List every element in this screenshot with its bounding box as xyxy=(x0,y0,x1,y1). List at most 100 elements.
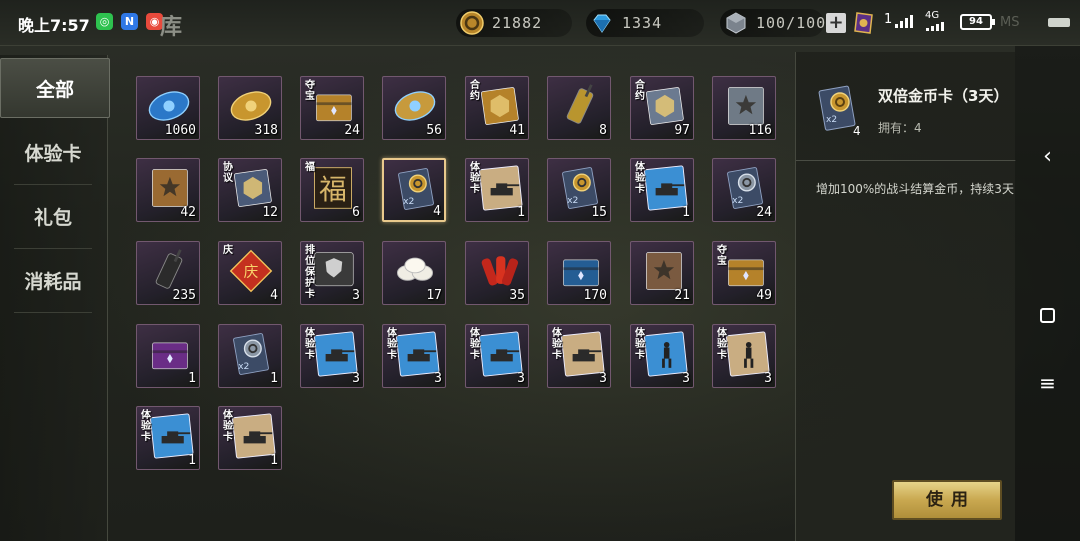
inventory-slot[interactable]: 体验卡 3 xyxy=(382,324,446,388)
svg-text:庆: 庆 xyxy=(244,264,259,281)
inventory-slot[interactable]: x2 15 xyxy=(547,158,611,222)
item-tag: 体验卡 xyxy=(635,162,645,195)
inventory-slot[interactable]: 排位保护卡 3 xyxy=(300,241,364,305)
item-quantity: 1 xyxy=(188,453,196,468)
category-consumables[interactable]: 消耗品 xyxy=(14,249,92,313)
inventory-slot[interactable]: 体验卡 3 xyxy=(630,324,694,388)
top-bar: 晚上7:57 ◎ N ◉ 库 21882 1334 100/100 + 1 4G xyxy=(0,0,1080,46)
inventory-slot[interactable]: 合约 41 xyxy=(465,76,529,140)
back-icon[interactable]: ‹ xyxy=(1015,144,1080,169)
item-tag: 夺宝 xyxy=(305,80,315,102)
diamond-amount: 1334 xyxy=(622,14,663,32)
item-quantity: 17 xyxy=(426,288,442,303)
network-bars-icon xyxy=(926,22,944,31)
item-tag: 体验卡 xyxy=(223,410,233,443)
item-tag: 夺宝 xyxy=(717,245,727,267)
item-quantity: 235 xyxy=(172,288,196,303)
inventory-slot[interactable]: 235 xyxy=(136,241,200,305)
inventory-slot[interactable]: 17 xyxy=(382,241,446,305)
inventory-slot[interactable]: 体验卡 3 xyxy=(547,324,611,388)
signal-strength: 1 xyxy=(884,12,893,27)
item-quantity: 1 xyxy=(270,453,278,468)
item-quantity: 49 xyxy=(756,288,772,303)
item-quantity: 24 xyxy=(756,205,772,220)
svg-text:x2: x2 xyxy=(567,195,578,206)
item-quantity: 1 xyxy=(188,371,196,386)
item-quantity: 1 xyxy=(682,205,690,220)
item-quantity: 3 xyxy=(764,371,772,386)
inventory-slot[interactable]: 116 xyxy=(712,76,776,140)
inventory-slot[interactable]: 1060 xyxy=(136,76,200,140)
gold-amount: 21882 xyxy=(492,14,543,32)
inventory-slot[interactable]: 体验卡 3 xyxy=(300,324,364,388)
inventory-slot[interactable]: 体验卡 1 xyxy=(136,406,200,470)
item-quantity: 318 xyxy=(254,123,278,138)
item-quantity: 12 xyxy=(262,205,278,220)
energy-currency: 100/100 xyxy=(720,9,825,37)
item-quantity: 8 xyxy=(599,123,607,138)
inventory-slot[interactable]: x2 1 xyxy=(218,324,282,388)
vip-badge-icon[interactable] xyxy=(852,11,876,35)
item-tag: 体验卡 xyxy=(387,328,397,361)
inventory-slot[interactable]: 协议 12 xyxy=(218,158,282,222)
inventory-slot[interactable]: 35 xyxy=(465,241,529,305)
item-quantity: 3 xyxy=(434,371,442,386)
item-quantity: 56 xyxy=(426,123,442,138)
inventory-slot[interactable]: 体验卡 1 xyxy=(630,158,694,222)
category-experience-card[interactable]: 体验卡 xyxy=(14,121,92,185)
inventory-slot[interactable]: 170 xyxy=(547,241,611,305)
energy-cube-icon xyxy=(726,12,746,34)
inventory-slot[interactable]: 夺宝 49 xyxy=(712,241,776,305)
inventory-slot[interactable]: x2 24 xyxy=(712,158,776,222)
inventory-slot[interactable]: 318 xyxy=(218,76,282,140)
inventory-slot[interactable]: 1 xyxy=(136,324,200,388)
ghost-label: MS xyxy=(1000,15,1020,30)
system-nav-strip: ‹ ≡ xyxy=(1015,46,1080,541)
item-quantity: 3 xyxy=(352,288,360,303)
inventory-slot[interactable]: 42 xyxy=(136,158,200,222)
inventory-slot[interactable]: 体验卡 1 xyxy=(465,158,529,222)
item-tag: 庆 xyxy=(223,245,233,256)
category-all[interactable]: 全部 xyxy=(0,58,110,118)
inventory-slot[interactable]: 夺宝 24 xyxy=(300,76,364,140)
item-tag: 体验卡 xyxy=(552,328,562,361)
category-label: 全部 xyxy=(35,78,74,101)
home-icon[interactable] xyxy=(1040,308,1055,323)
add-energy-button[interactable]: + xyxy=(826,13,846,33)
item-quantity: 1 xyxy=(517,205,525,220)
inventory-slot[interactable]: 体验卡 1 xyxy=(218,406,282,470)
item-tag: 协议 xyxy=(223,162,233,184)
category-gift-pack[interactable]: 礼包 xyxy=(14,185,92,249)
gold-currency: 21882 xyxy=(456,9,572,37)
item-quantity: 3 xyxy=(517,371,525,386)
svg-text:福: 福 xyxy=(319,173,347,206)
inventory-slot[interactable]: 体验卡 3 xyxy=(465,324,529,388)
inventory-slot[interactable]: 21 xyxy=(630,241,694,305)
inventory-slot[interactable]: x2 4 xyxy=(382,158,446,222)
item-quantity: 3 xyxy=(599,371,607,386)
svg-text:x2: x2 xyxy=(826,115,837,125)
svg-text:x2: x2 xyxy=(403,196,414,207)
item-quantity: 97 xyxy=(674,123,690,138)
inventory-slot[interactable]: 56 xyxy=(382,76,446,140)
inventory-slot[interactable]: 体验卡 3 xyxy=(712,324,776,388)
gold-coin-icon xyxy=(460,11,484,35)
detail-owned-count: 4 xyxy=(853,124,861,138)
item-quantity: 41 xyxy=(509,123,525,138)
secondary-battery-icon xyxy=(1048,18,1070,27)
use-button[interactable]: 使用 xyxy=(892,480,1002,520)
item-tag: 合约 xyxy=(635,80,645,102)
detail-item-name: 双倍金币卡（3天） xyxy=(878,87,1009,105)
item-tag: 体验卡 xyxy=(470,328,480,361)
item-detail-panel: x2 4 双倍金币卡（3天） 拥有：4 增加100%的战斗结算金币，持续3天 使… xyxy=(795,52,1016,541)
inventory-slot[interactable]: 庆庆4 xyxy=(218,241,282,305)
item-quantity: 170 xyxy=(583,288,607,303)
menu-icon[interactable]: ≡ xyxy=(1015,371,1080,395)
inventory-slot[interactable]: 8 xyxy=(547,76,611,140)
svg-text:x2: x2 xyxy=(732,195,743,206)
inventory-slot[interactable]: 福福6 xyxy=(300,158,364,222)
diamond-icon xyxy=(593,14,611,33)
inventory-slot[interactable]: 合约 97 xyxy=(630,76,694,140)
item-quantity: 21 xyxy=(674,288,690,303)
item-tag: 体验卡 xyxy=(635,328,645,361)
